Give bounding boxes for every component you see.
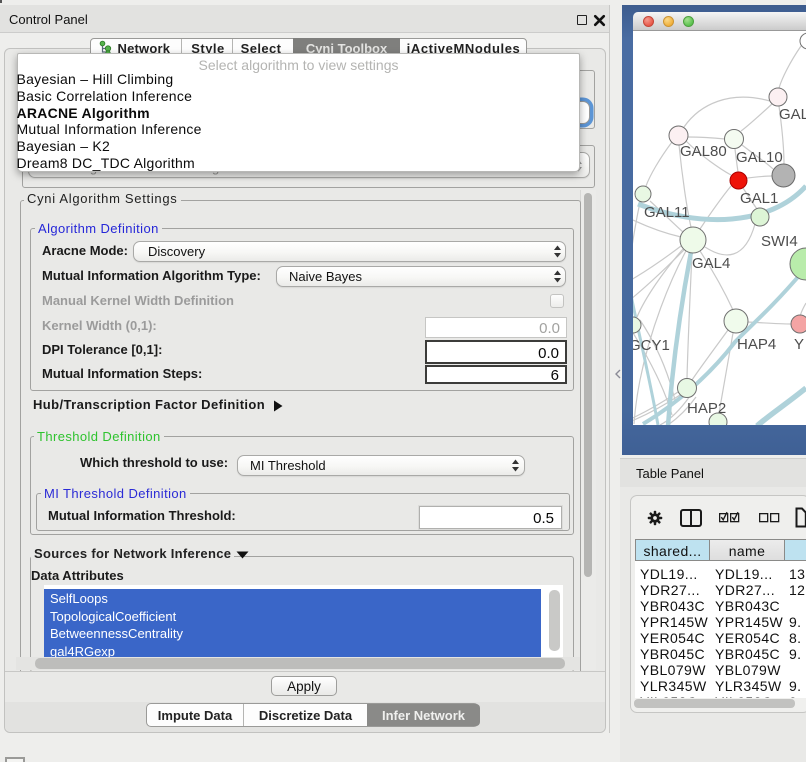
svg-text:Y: Y <box>794 336 804 353</box>
svg-text:GAL4: GAL4 <box>692 255 730 272</box>
svg-text:HAP2: HAP2 <box>687 400 726 417</box>
svg-text:GAL: GAL <box>779 106 806 123</box>
svg-text:GAL80: GAL80 <box>680 143 727 160</box>
svg-text:HAP4: HAP4 <box>737 336 776 353</box>
svg-text:GAL1: GAL1 <box>740 190 778 207</box>
svg-text:GAL10: GAL10 <box>736 149 783 166</box>
svg-text:SWI4: SWI4 <box>761 233 798 250</box>
svg-text:GAL11: GAL11 <box>644 204 690 221</box>
svg-text:GCY1: GCY1 <box>633 337 670 354</box>
